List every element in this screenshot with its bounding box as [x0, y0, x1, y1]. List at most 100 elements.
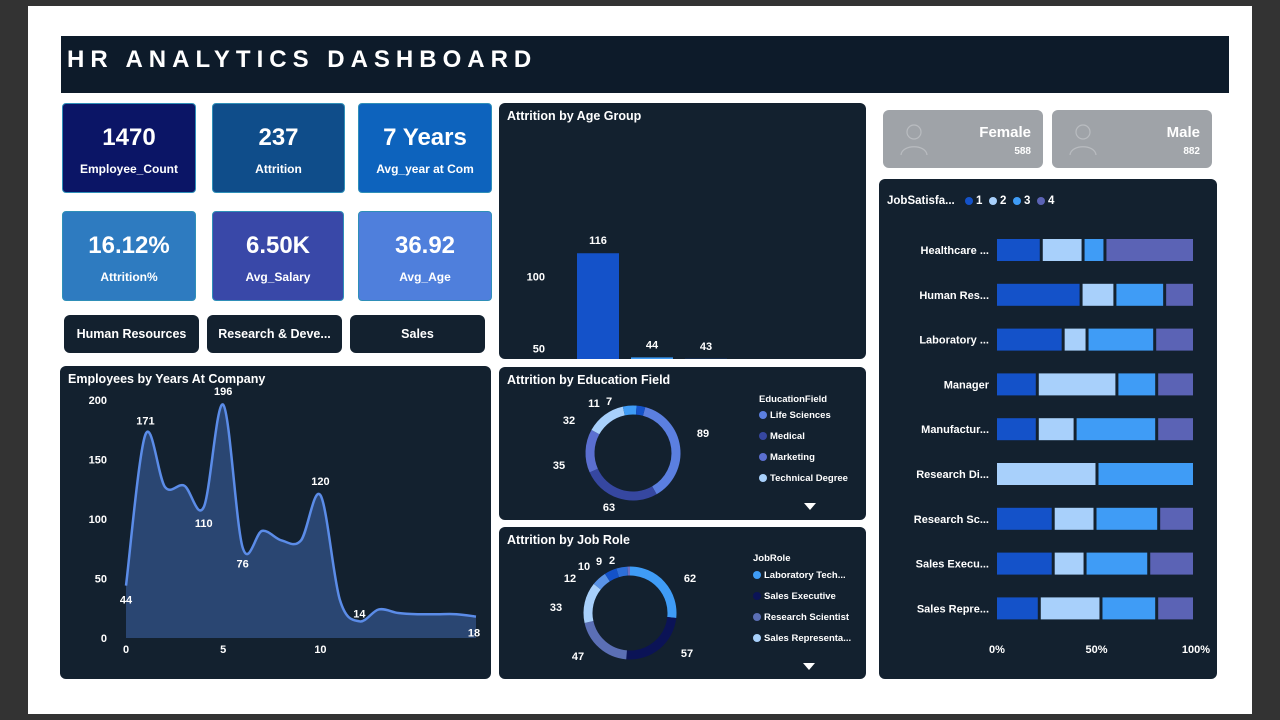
education-legend-title: EducationField — [759, 394, 828, 405]
years-at-company-panel: Employees by Years At Company 0 50 100 150 2… — [60, 366, 491, 679]
donut-slice — [584, 620, 628, 660]
female-label: Female — [979, 124, 1031, 141]
education-field-panel: Attrition by Education Field 89 63 35 32 11 7… — [499, 367, 866, 520]
category-label: Sales Repre... — [917, 603, 989, 615]
kpi-value: 237 — [258, 124, 299, 151]
education-donut-chart: 89 63 35 32 11 7 — [553, 396, 709, 514]
stacked-bar-segment — [997, 597, 1038, 620]
donut-slice — [622, 405, 637, 416]
donut-slice — [604, 568, 620, 582]
data-label: 62 — [684, 573, 696, 585]
age-bar-chart: 05010011626-354418-254336-452646-55855+ — [527, 235, 727, 359]
category-label: Manufactur... — [921, 424, 989, 436]
slicer-human-resources[interactable]: Human Resources — [64, 315, 199, 353]
stacked-bar-segment — [1160, 507, 1193, 530]
kpi-value: 1470 — [102, 124, 156, 151]
stacked-bar-segment — [1118, 373, 1156, 396]
x-tick-label: 0 — [123, 644, 129, 656]
category-label: Sales Execu... — [916, 559, 989, 571]
data-label: 43 — [700, 341, 712, 353]
data-label: 2 — [609, 555, 615, 567]
legend-item-technical-degree: Technical Degree — [759, 473, 848, 484]
slicer-sales[interactable]: Sales — [350, 315, 485, 353]
male-count: 882 — [1183, 146, 1200, 157]
donut-slice — [583, 583, 601, 623]
slicer-research-development[interactable]: Research & Deve... — [207, 315, 342, 353]
stacked-bar-segment — [997, 552, 1052, 575]
stacked-bar-segment — [1042, 239, 1082, 261]
kpi-attrition: 237 Attrition — [212, 103, 345, 193]
kpi-value: 7 Years — [383, 124, 467, 151]
male-card[interactable]: Male 882 — [1052, 110, 1212, 168]
stacked-bar-segment — [1084, 239, 1104, 261]
donut-slice — [593, 573, 610, 590]
stacked-bar-segment — [1158, 373, 1193, 396]
y-tick-label: 150 — [89, 455, 107, 467]
category-label: Laboratory ... — [919, 335, 989, 347]
stacked-bar-segment — [1106, 239, 1193, 261]
legend-item-marketing: Marketing — [759, 452, 815, 463]
legend-item-life-sciences: Life Sciences — [759, 410, 831, 421]
female-person-icon — [900, 124, 928, 156]
kpi-label: Avg_year at Com — [376, 162, 474, 176]
data-label: 110 — [195, 518, 213, 530]
data-label: 18 — [468, 628, 480, 640]
stacked-bar-segment — [1086, 552, 1148, 575]
stacked-bar-segment — [1038, 373, 1116, 396]
y-tick-label: 50 — [95, 574, 107, 586]
x-tick-label: 0% — [989, 644, 1005, 656]
male-label: Male — [1166, 124, 1200, 141]
stacked-bar-segment — [1098, 463, 1193, 485]
y-tick-label: 0 — [101, 633, 107, 645]
data-label: 89 — [697, 428, 709, 440]
bar — [631, 357, 673, 359]
data-label: 196 — [214, 386, 232, 398]
data-label: 35 — [553, 460, 565, 472]
category-label: Human Res... — [919, 290, 989, 302]
data-label: 47 — [572, 651, 584, 663]
legend-scroll-down-icon[interactable] — [804, 503, 816, 510]
data-label: 10 — [578, 561, 590, 573]
data-label: 12 — [564, 573, 576, 585]
y-tick-label: 100 — [89, 514, 107, 526]
data-label: 57 — [681, 648, 693, 660]
area-fill — [126, 404, 476, 638]
stacked-bar-segment — [1040, 597, 1100, 620]
x-tick-label: 100% — [1182, 644, 1210, 656]
data-label: 7 — [606, 396, 612, 408]
y-tick-label: 100 — [527, 271, 545, 283]
donut-slice — [589, 468, 657, 501]
kpi-value: 16.12% — [88, 232, 170, 259]
stacked-bar-segment — [1082, 283, 1114, 306]
kpi-label: Attrition — [255, 162, 302, 176]
donut-slice — [591, 406, 626, 435]
job-satisfaction-panel: JobSatisfa... 1 2 3 4 Healthcare ... Huma… — [879, 179, 1217, 679]
kpi-avg-years: 7 Years Avg_year at Com — [358, 103, 492, 193]
category-label: Healthcare ... — [921, 245, 989, 257]
category-label: Research Sc... — [914, 514, 989, 526]
stacked-bar-segment — [1054, 507, 1094, 530]
stacked-bar-segment — [1054, 552, 1084, 575]
stacked-bar-segment — [1038, 418, 1074, 441]
stacked-bar-segment — [1158, 418, 1193, 441]
stacked-bar-segment — [1166, 283, 1193, 306]
stacked-bar-segment — [997, 328, 1062, 351]
donut-slice — [616, 566, 629, 578]
data-label: 171 — [136, 416, 154, 428]
bar — [577, 253, 619, 359]
x-tick-label: 5 — [220, 644, 226, 656]
data-label: 9 — [596, 556, 602, 568]
x-tick-label: 10 — [314, 644, 326, 656]
kpi-avg-salary: 6.50K Avg_Salary — [212, 211, 344, 301]
legend-item-research-scientist: Research Scientist — [753, 612, 849, 623]
stacked-bar-segment — [1156, 328, 1193, 351]
data-label: 44 — [120, 595, 133, 607]
data-label: 76 — [237, 559, 249, 571]
stacked-bar-segment — [1116, 283, 1164, 306]
stacked-bar-segment — [997, 239, 1040, 261]
female-card[interactable]: Female 588 — [883, 110, 1043, 168]
stacked-bar-segment — [997, 463, 1096, 485]
stacked-bar-segment — [1088, 328, 1154, 351]
legend-scroll-down-icon[interactable] — [803, 663, 815, 670]
kpi-avg-age: 36.92 Avg_Age — [358, 211, 492, 301]
